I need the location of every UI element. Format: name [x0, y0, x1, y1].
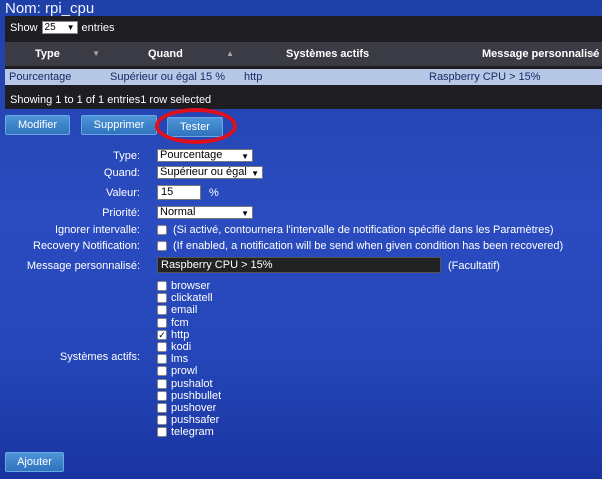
page-size-select[interactable]: 25 ▼: [41, 21, 78, 34]
systems-label: Systèmes actifs:: [59, 351, 140, 363]
priority-label: Priorité:: [102, 207, 140, 219]
system-label-pushover: pushover: [171, 402, 217, 414]
system-checkbox-http[interactable]: ✓: [157, 329, 167, 340]
sort-icon: ▼: [92, 49, 100, 58]
chevron-down-icon: ▼: [241, 152, 249, 161]
table-info: Showing 1 to 1 of 1 entries1 row selecte…: [10, 94, 212, 106]
table-header: Type ▼ Quand ▲ Systèmes actifs Message per…: [5, 42, 602, 66]
cell-systemes: http: [244, 71, 263, 83]
ignore-description: (Si activé, contournera l'intervalle de …: [173, 224, 554, 236]
system-label-kodi: kodi: [171, 341, 192, 353]
ignore-checkbox[interactable]: [157, 225, 167, 235]
recovery-description: (If enabled, a notification will be send…: [173, 240, 564, 252]
show-label: Show: [10, 21, 38, 34]
system-label-email: email: [171, 304, 198, 317]
recovery-checkbox[interactable]: [157, 241, 167, 251]
system-checkbox-telegram[interactable]: [157, 427, 167, 438]
when-label: Quand:: [103, 167, 140, 179]
system-label-fcm: fcm: [171, 316, 189, 329]
entries-label: entries: [81, 21, 115, 34]
system-checkbox-kodi[interactable]: [157, 342, 167, 352]
system-checkbox-pushbullet[interactable]: [157, 390, 167, 401]
system-label-http: http: [171, 328, 190, 341]
system-checkbox-pushover[interactable]: [157, 403, 167, 413]
system-label-prowl: prowl: [171, 365, 198, 378]
when-select[interactable]: Supérieur ou égal ▼: [157, 166, 263, 179]
highlight-circle: [155, 108, 237, 144]
chevron-down-icon: ▼: [241, 209, 249, 218]
table-row[interactable]: Pourcentage Supérieur ou égal 15 % http …: [5, 69, 602, 85]
system-checkbox-pushalot[interactable]: [157, 378, 167, 389]
system-checkbox-prowl[interactable]: [157, 366, 167, 377]
system-checkbox-lms[interactable]: [157, 354, 167, 365]
priority-select[interactable]: Normal ▼: [157, 206, 253, 219]
type-label: Type:: [113, 150, 140, 162]
system-checkbox-clickatell[interactable]: [157, 293, 167, 304]
message-input[interactable]: Raspberry CPU > 15%: [157, 257, 441, 273]
system-label-pushbullet: pushbullet: [171, 389, 222, 402]
system-checkbox-browser[interactable]: [157, 281, 167, 291]
column-header-type[interactable]: Type ▼: [5, 42, 106, 66]
system-checkbox-pushsafer[interactable]: [157, 415, 167, 426]
system-label-clickatell: clickatell: [171, 292, 213, 305]
delete-button[interactable]: Supprimer: [81, 115, 157, 135]
message-hint: (Facultatif): [448, 260, 500, 272]
recovery-label: Recovery Notification:: [33, 240, 140, 252]
add-button[interactable]: Ajouter: [5, 452, 64, 472]
system-label-lms: lms: [171, 353, 189, 366]
value-input[interactable]: 15: [157, 185, 201, 200]
system-label-browser: browser: [171, 280, 211, 292]
system-label-telegram: telegram: [171, 426, 214, 439]
value-label: Valeur:: [105, 187, 140, 199]
column-header-quand[interactable]: Quand ▲: [106, 42, 240, 66]
page-title: Nom: rpi_cpu: [5, 0, 95, 17]
system-checkbox-email[interactable]: [157, 305, 167, 316]
column-header-systemes[interactable]: Systèmes actifs: [240, 42, 427, 66]
chevron-down-icon: ▼: [251, 169, 259, 178]
system-label-pushalot: pushalot: [171, 377, 213, 390]
ignore-label: Ignorer intervalle:: [55, 224, 140, 236]
cell-message: Raspberry CPU > 15%: [429, 71, 541, 83]
type-select[interactable]: Pourcentage ▼: [157, 149, 253, 162]
chevron-down-icon: ▼: [66, 23, 75, 32]
column-header-message[interactable]: Message personnalisé ▲: [427, 42, 602, 66]
sort-icon: ▲: [226, 49, 234, 58]
value-unit: %: [209, 187, 219, 199]
system-label-pushsafer: pushsafer: [171, 414, 220, 427]
page-size-control: Show 25 ▼ entries: [10, 21, 115, 34]
cell-type: Pourcentage: [9, 71, 72, 83]
modify-button[interactable]: Modifier: [5, 115, 70, 135]
notifications-table: Show 25 ▼ entries Type ▼ Quand ▲ Systèmes …: [5, 16, 602, 109]
message-label: Message personnalisé:: [26, 260, 140, 272]
sort-icon: ▲: [588, 49, 596, 58]
system-checkbox-fcm[interactable]: [157, 317, 167, 328]
cell-quand: Supérieur ou égal 15 %: [110, 71, 225, 83]
